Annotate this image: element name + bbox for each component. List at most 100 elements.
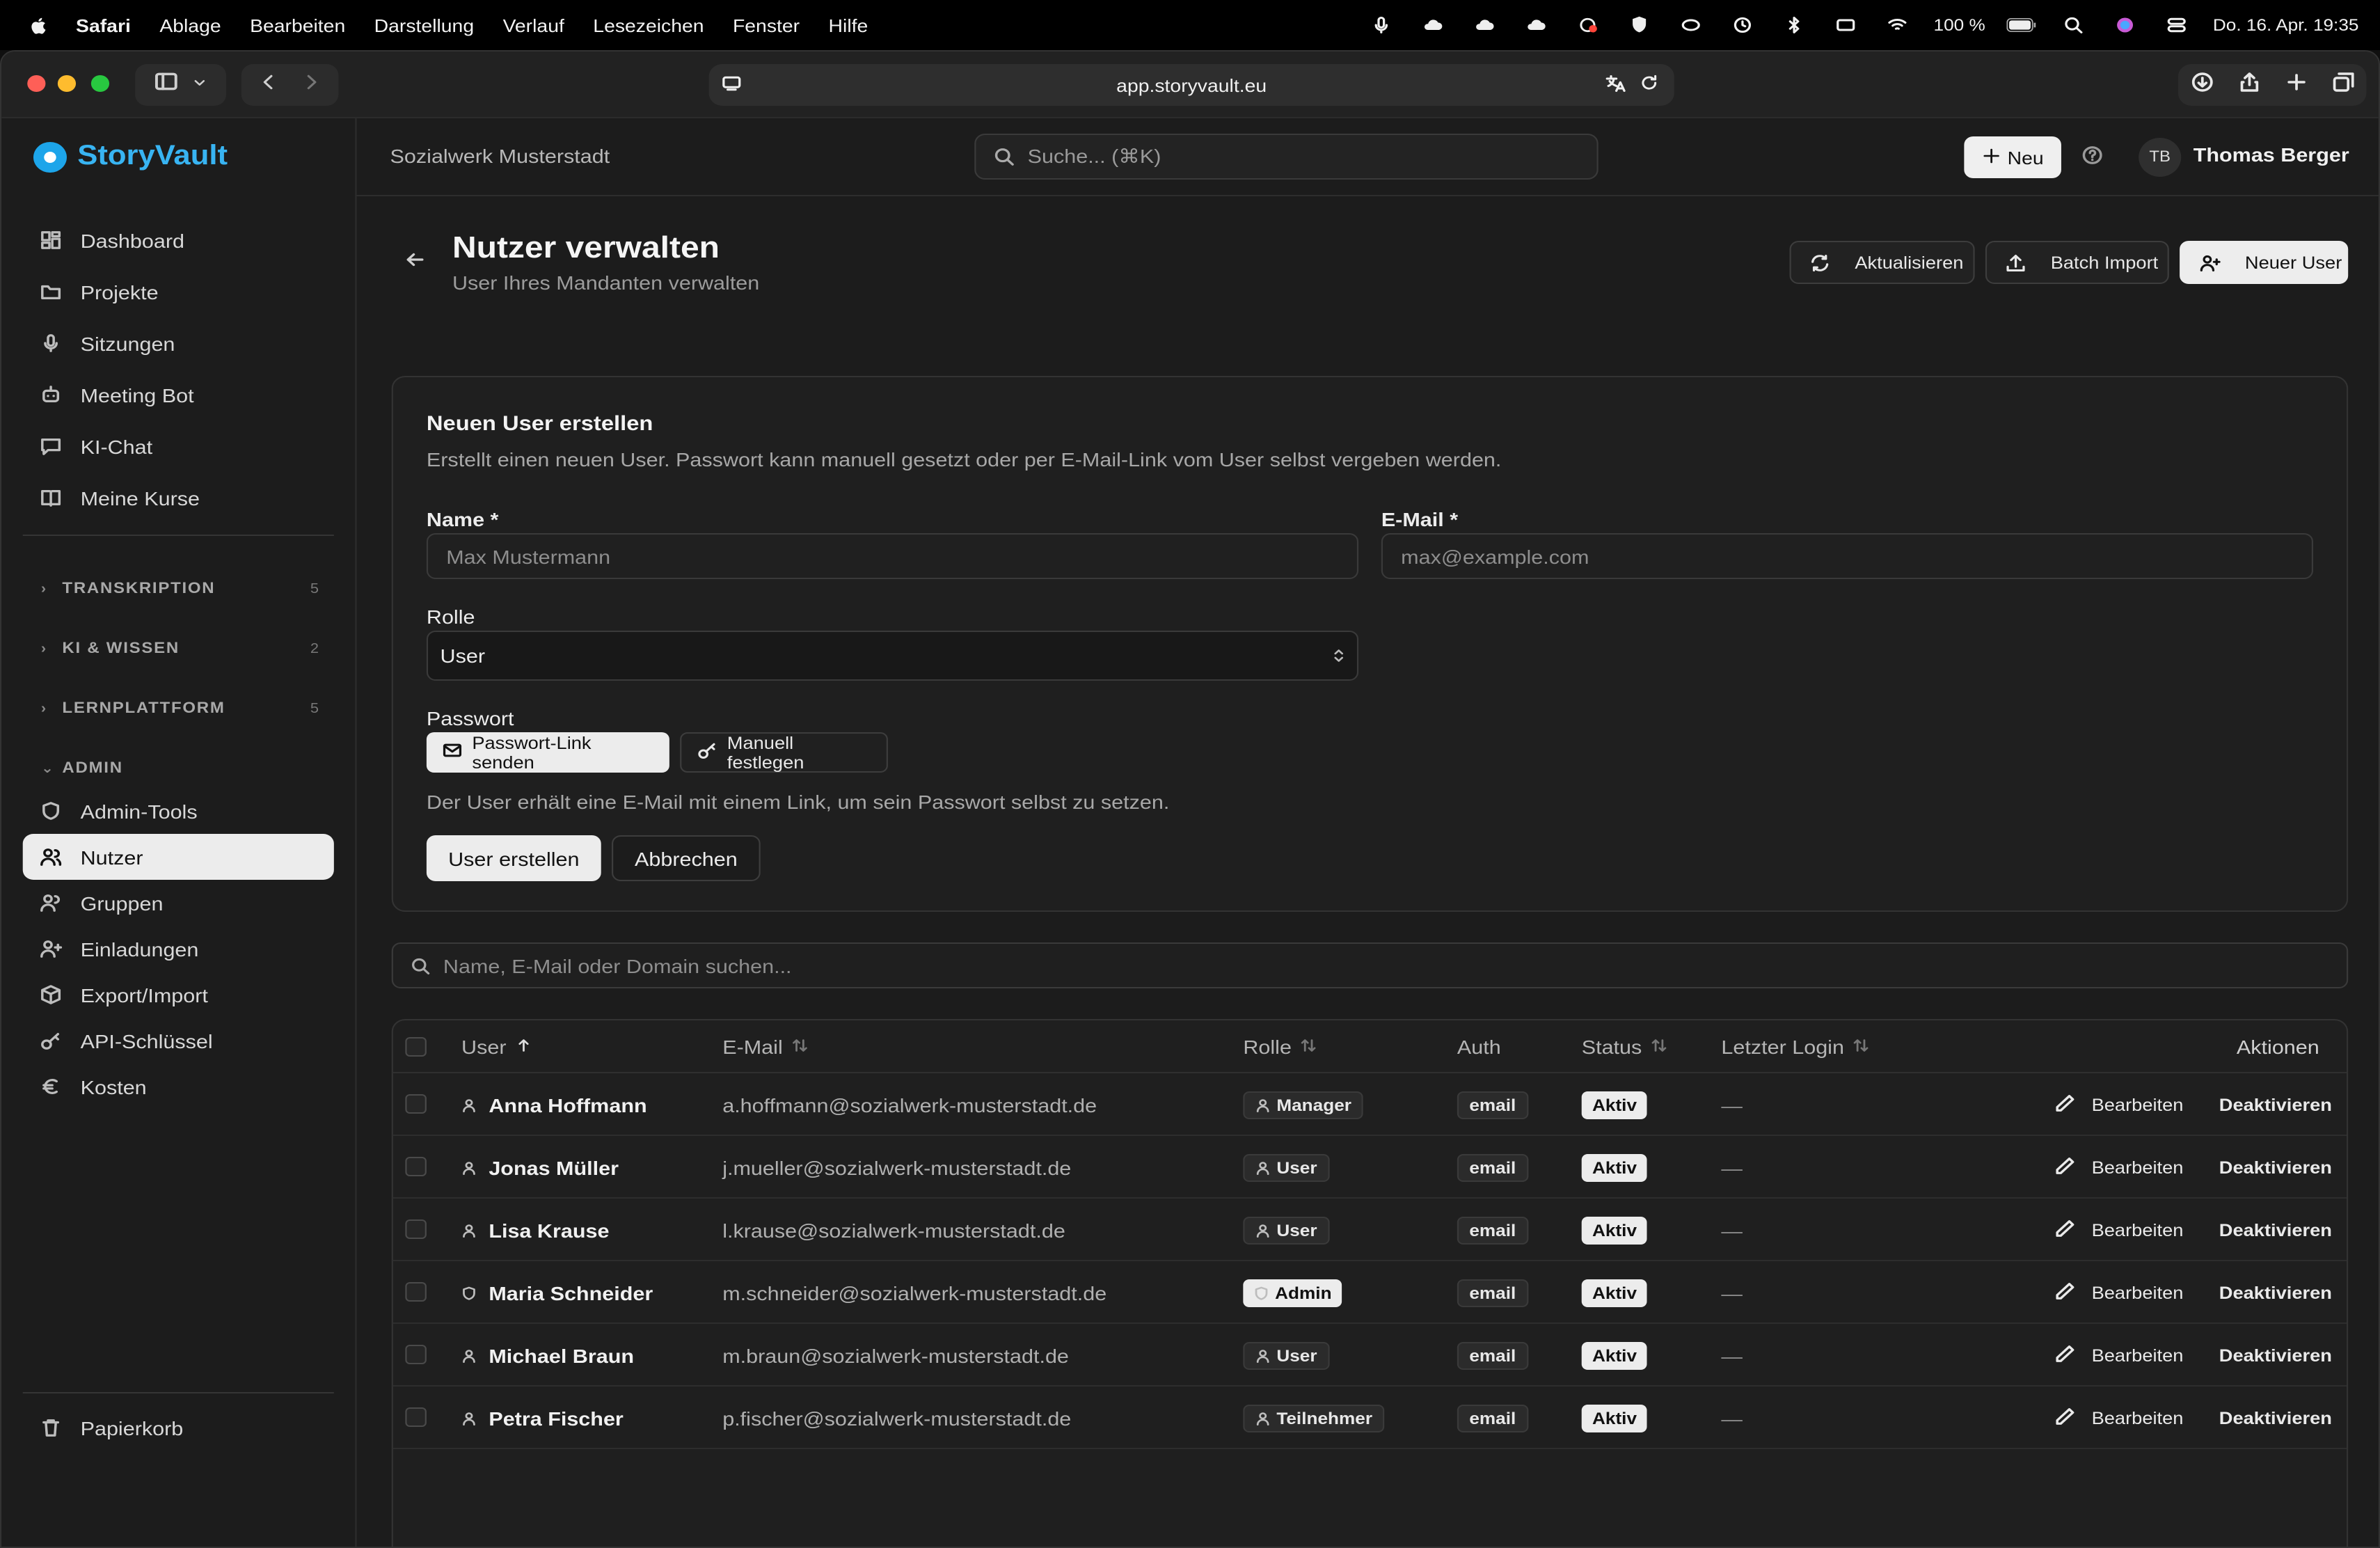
shield-status-icon[interactable]	[1624, 14, 1655, 36]
menu-lesezeichen[interactable]: Lesezeichen	[593, 15, 704, 35]
row-checkbox[interactable]	[405, 1407, 427, 1427]
avatar[interactable]: TB	[2139, 138, 2182, 177]
sidebar-item-export-import[interactable]: Export/Import	[23, 972, 334, 1018]
deactivate-button[interactable]: Deaktivieren	[2219, 1136, 2332, 1199]
section-transkription[interactable]: › TRANSKRIPTION 5	[41, 575, 319, 603]
sidebar-item-gruppen[interactable]: Gruppen	[23, 880, 334, 926]
back-arrow-icon[interactable]	[404, 249, 428, 271]
section-admin[interactable]: ⌄ ADMIN	[41, 755, 319, 782]
apple-icon[interactable]	[27, 14, 51, 36]
section-ki-wissen[interactable]: › KI & WISSEN 2	[41, 635, 319, 663]
deactivate-button[interactable]: Deaktivieren	[2219, 1261, 2332, 1324]
password-link-button[interactable]: Passwort-Link senden	[426, 732, 669, 773]
section-lernplattform[interactable]: › LERNPLATTFORM 5	[41, 695, 319, 722]
batch-import-button[interactable]: Batch Import	[1985, 241, 2169, 284]
tab-overview-icon[interactable]	[2331, 70, 2355, 100]
siri-icon[interactable]	[2110, 14, 2141, 36]
table-row[interactable]: Michael Braun m.braun@sozialwerk-musters…	[392, 1324, 2347, 1387]
column-header-role[interactable]: Rolle	[1243, 1020, 1317, 1073]
edit-button[interactable]: Bearbeiten	[2054, 1324, 2183, 1387]
column-header-status[interactable]: Status	[1582, 1020, 1668, 1073]
sidebar-item-papierkorb[interactable]: Papierkorb	[23, 1405, 334, 1451]
cloud-sync-icon[interactable]	[1521, 14, 1551, 36]
row-checkbox[interactable]	[405, 1094, 427, 1114]
refresh-button[interactable]: Aktualisieren	[1789, 241, 1975, 284]
table-row[interactable]: Lisa Krause l.krause@sozialwerk-musterst…	[392, 1199, 2347, 1261]
address-bar[interactable]: app.storyvault.eu	[708, 64, 1674, 106]
user-search-input[interactable]: Name, E-Mail oder Domain suchen...	[391, 942, 2349, 988]
help-icon[interactable]	[2081, 145, 2105, 167]
column-header-email[interactable]: E-Mail	[722, 1020, 809, 1073]
new-user-button[interactable]: Neuer User	[2180, 241, 2349, 284]
minimize-window-button[interactable]	[57, 75, 77, 92]
drive-icon[interactable]	[1676, 14, 1706, 36]
sidebar-item-admin-tools[interactable]: Admin-Tools	[23, 788, 334, 834]
column-header-user[interactable]: User	[461, 1020, 532, 1073]
global-search-input[interactable]: Suche... (⌘K)	[974, 134, 1598, 180]
sidebar-item-meine-kurse[interactable]: Meine Kurse	[23, 475, 334, 521]
new-button[interactable]: Neu	[1964, 136, 2061, 178]
share-icon[interactable]	[2237, 70, 2261, 100]
battery-icon[interactable]	[2006, 14, 2037, 36]
keyboard-icon[interactable]	[1830, 14, 1861, 36]
deactivate-button[interactable]: Deaktivieren	[2219, 1199, 2332, 1261]
table-row[interactable]: Maria Schneider m.schneider@sozialwerk-m…	[392, 1261, 2347, 1324]
menu-ablage[interactable]: Ablage	[159, 15, 221, 35]
menu-darstellung[interactable]: Darstellung	[374, 15, 474, 35]
translate-icon[interactable]	[1603, 74, 1627, 97]
control-center-icon[interactable]	[2161, 14, 2192, 36]
cloud-icon-2[interactable]	[1469, 14, 1500, 36]
sidebar-item-ki-chat[interactable]: KI-Chat	[23, 423, 334, 469]
row-checkbox[interactable]	[405, 1157, 427, 1176]
menu-hilfe[interactable]: Hilfe	[829, 15, 868, 35]
row-checkbox[interactable]	[405, 1282, 427, 1302]
table-row[interactable]: Jonas Müller j.mueller@sozialwerk-muster…	[392, 1136, 2347, 1199]
sidebar-item-einladungen[interactable]: Einladungen	[23, 926, 334, 972]
back-arrow-icon[interactable]	[258, 72, 280, 98]
deactivate-button[interactable]: Deaktivieren	[2219, 1073, 2332, 1136]
reload-icon[interactable]	[1640, 74, 1659, 97]
manual-password-button[interactable]: Manuell festlegen	[680, 732, 888, 773]
cloud-icon[interactable]	[1418, 14, 1448, 36]
row-checkbox[interactable]	[405, 1345, 427, 1364]
clock-text[interactable]: Do. 16. Apr. 19:35	[2213, 15, 2359, 35]
edit-button[interactable]: Bearbeiten	[2054, 1261, 2183, 1324]
edit-button[interactable]: Bearbeiten	[2054, 1387, 2183, 1449]
email-field[interactable]: max@example.com	[1381, 533, 2314, 579]
sidebar-item-kosten[interactable]: Kosten	[23, 1064, 334, 1109]
recording-icon[interactable]	[1572, 14, 1603, 36]
current-user-name[interactable]: Thomas Berger	[2193, 143, 2349, 166]
sidebar-item-api-schluessel[interactable]: API-Schlüssel	[23, 1018, 334, 1064]
spotlight-icon[interactable]	[2058, 14, 2088, 36]
microphone-icon[interactable]	[1366, 14, 1397, 36]
download-icon[interactable]	[2189, 70, 2214, 100]
new-tab-icon[interactable]	[2283, 70, 2308, 100]
select-all-checkbox[interactable]	[405, 1037, 427, 1057]
edit-button[interactable]: Bearbeiten	[2054, 1136, 2183, 1199]
zoom-window-button[interactable]	[90, 75, 110, 92]
cancel-button[interactable]: Abbrechen	[611, 835, 761, 881]
menu-app-name[interactable]: Safari	[76, 15, 131, 35]
forward-arrow-icon[interactable]	[301, 72, 322, 98]
create-user-submit-button[interactable]: User erstellen	[426, 835, 601, 881]
role-select[interactable]: User	[426, 631, 1359, 681]
deactivate-button[interactable]: Deaktivieren	[2219, 1387, 2332, 1449]
row-checkbox[interactable]	[405, 1219, 427, 1239]
deactivate-button[interactable]: Deaktivieren	[2219, 1324, 2332, 1387]
column-header-last-login[interactable]: Letzter Login	[1721, 1020, 1870, 1073]
sidebar-item-dashboard[interactable]: Dashboard	[23, 217, 334, 263]
table-row[interactable]: Anna Hoffmann a.hoffmann@sozialwerk-must…	[392, 1073, 2347, 1136]
table-row[interactable]: Petra Fischer p.fischer@sozialwerk-muste…	[392, 1387, 2347, 1449]
sidebar-item-nutzer[interactable]: Nutzer	[22, 834, 334, 880]
wifi-icon[interactable]	[1882, 14, 1912, 36]
menu-verlauf[interactable]: Verlauf	[503, 15, 564, 35]
name-field[interactable]: Max Mustermann	[426, 533, 1359, 579]
page-settings-icon[interactable]	[721, 74, 743, 97]
menu-fenster[interactable]: Fenster	[733, 15, 800, 35]
menu-bearbeiten[interactable]: Bearbeiten	[250, 15, 345, 35]
edit-button[interactable]: Bearbeiten	[2054, 1199, 2183, 1261]
brand-logo[interactable]: StoryVault	[33, 141, 228, 173]
clock-icon[interactable]	[1727, 14, 1758, 36]
sidebar-toggle-button[interactable]	[135, 64, 226, 106]
bluetooth-icon[interactable]	[1779, 14, 1809, 36]
